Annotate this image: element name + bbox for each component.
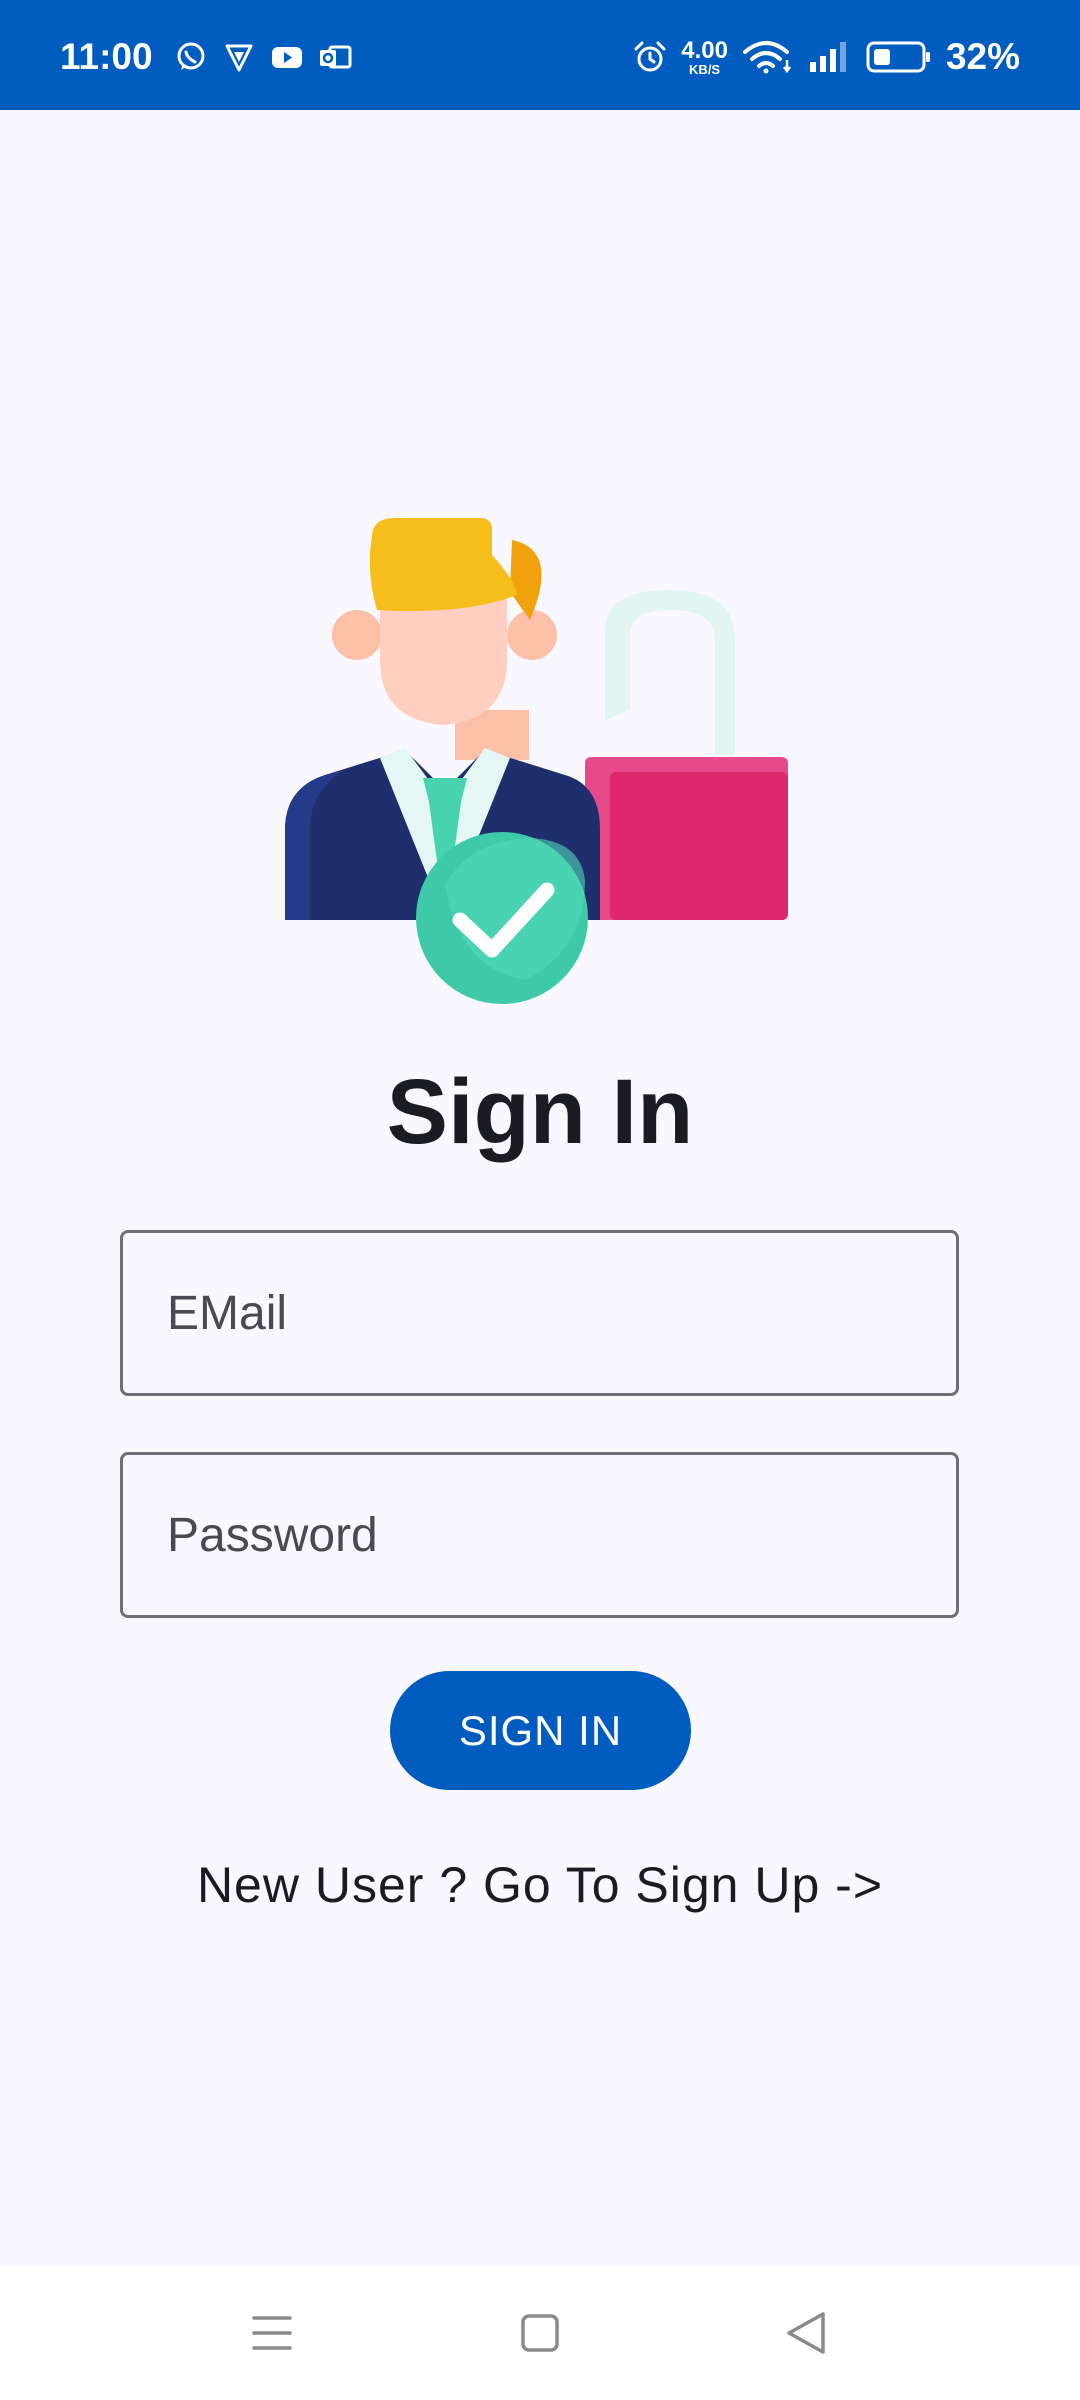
system-icons: 4.00 KB/S 32% (633, 36, 1020, 78)
email-field[interactable] (120, 1230, 959, 1396)
alarm-icon (634, 41, 666, 72)
check-badge-icon (416, 832, 588, 1004)
wifi-icon (742, 41, 791, 74)
battery-percent: 32% (945, 36, 1020, 77)
whatsapp-icon (177, 42, 205, 70)
status-bar: 11:00 4.00 KB/S 32% (0, 0, 1080, 110)
sign-in-button[interactable]: SIGN IN (390, 1671, 691, 1790)
user-unlock-verified-illustration (285, 518, 788, 1004)
status-time: 11:00 (60, 36, 153, 77)
battery-icon (866, 41, 930, 73)
open-padlock-icon (585, 590, 788, 920)
navigation-bar (0, 2266, 1080, 2400)
back-icon[interactable] (771, 2298, 841, 2368)
page-title: Sign In (386, 1061, 694, 1163)
sign-up-link[interactable]: New User ? Go To Sign Up -> (0, 1856, 1080, 1914)
network-speed-unit: KB/S (689, 61, 721, 77)
menu-icon[interactable] (237, 2298, 307, 2368)
vpn-shield-icon (225, 44, 253, 72)
network-speed-value: 4.00 (681, 36, 728, 64)
password-input[interactable] (123, 1455, 956, 1615)
network-speed: 4.00 KB/S (681, 36, 728, 77)
email-input[interactable] (123, 1233, 956, 1393)
notification-icons (174, 40, 352, 74)
outlook-icon (320, 45, 352, 69)
home-icon[interactable] (505, 2298, 575, 2368)
signal-icon (809, 42, 846, 72)
youtube-icon (272, 47, 302, 68)
password-field[interactable] (120, 1452, 959, 1618)
